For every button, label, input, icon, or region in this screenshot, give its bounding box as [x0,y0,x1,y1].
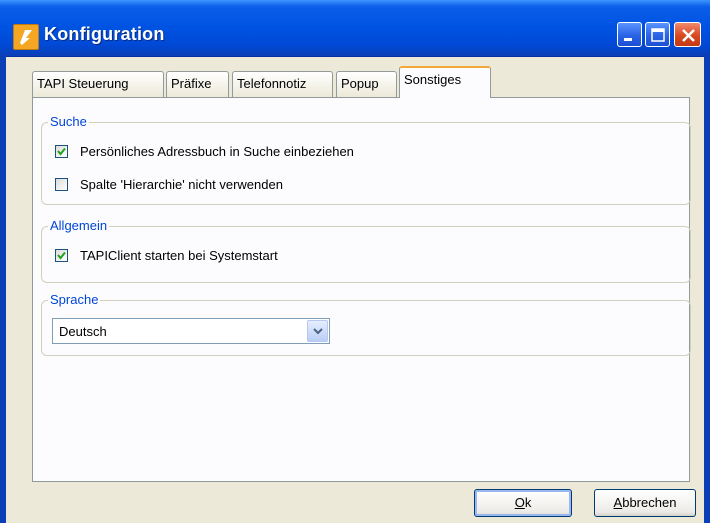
group-allgemein-title: Allgemein [48,218,110,233]
ok-button[interactable]: Ok [474,489,572,517]
group-suche-title: Suche [48,114,89,129]
tab-telefonnotiz[interactable]: Telefonnotiz [232,71,333,97]
checkbox-systemstart[interactable] [55,249,68,262]
config-window: Konfiguration TAPI Steuerung Präfixe Tel… [0,0,710,523]
group-suche: Suche [41,114,691,205]
ok-button-label: k [524,495,532,510]
tab-praefixe[interactable]: Präfixe [166,71,229,97]
checkbox-systemstart-label[interactable]: TAPIClient starten bei Systemstart [80,248,278,263]
group-sprache-title: Sprache [48,292,101,307]
check-icon [57,147,66,156]
cancel-button-mnemonic: A [613,495,623,510]
minimize-button[interactable] [617,22,642,47]
window-border-left [0,56,6,523]
checkbox-adressbuch[interactable] [55,145,68,158]
checkbox-hierarchie[interactable] [55,178,68,191]
maximize-button[interactable] [645,22,670,47]
tab-popup[interactable]: Popup [336,71,397,97]
chevron-down-icon [313,328,323,335]
app-logo-icon [13,24,39,50]
tab-sonstiges[interactable]: Sonstiges [399,66,491,98]
ok-button-mnemonic: O [514,495,525,510]
checkbox-adressbuch-label[interactable]: Persönliches Adressbuch in Suche einbezi… [80,144,354,159]
title-bar[interactable]: Konfiguration [0,0,710,57]
language-select-value: Deutsch [59,324,107,339]
cancel-button[interactable]: Abbrechen [594,489,696,517]
window-border-right [704,56,710,523]
close-button[interactable] [674,22,701,47]
window-title: Konfiguration [44,24,165,44]
tab-tapi-steuerung[interactable]: TAPI Steuerung [32,71,164,97]
checkbox-hierarchie-label[interactable]: Spalte 'Hierarchie' nicht verwenden [80,177,283,192]
check-icon [57,251,66,260]
language-select[interactable]: Deutsch [52,318,330,344]
dropdown-button[interactable] [307,320,328,342]
cancel-button-label: bbrechen [622,495,677,510]
